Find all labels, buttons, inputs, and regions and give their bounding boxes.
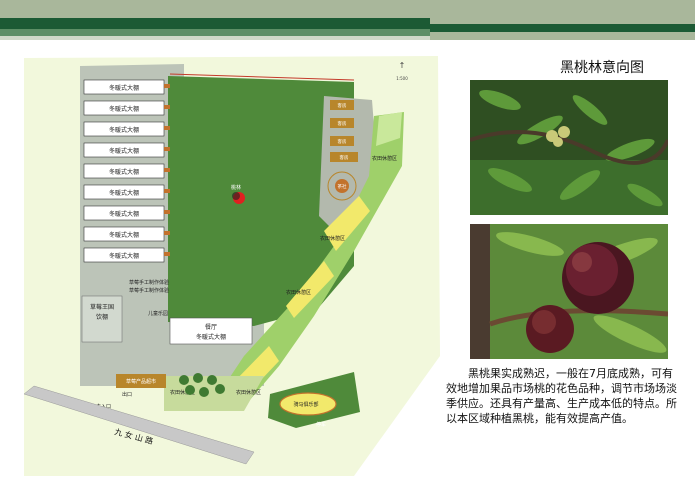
greenhouse-label: 冬暖式大棚: [109, 84, 139, 92]
page-title: 黑桃林意向图: [560, 60, 644, 76]
black-peach-label: 桃林: [231, 184, 241, 191]
tea-label: 茶社: [338, 183, 347, 190]
restaurant-greenhouse-label: 冬暖式大棚: [196, 333, 226, 341]
room-label-2: 客房: [338, 120, 347, 127]
scale-label: 1:500: [396, 76, 408, 81]
strawberry-castle-sub-label: 饮棚: [96, 313, 108, 321]
greenhouse-label: 冬暖式大棚: [109, 210, 139, 218]
farm-products-label: 草莓产品超市: [126, 378, 156, 385]
greenhouse-annex: [164, 147, 170, 151]
greenhouse-annex: [164, 210, 170, 214]
restaurant-label: 餐厅: [205, 323, 217, 331]
greenhouse-label: 冬暖式大棚: [109, 252, 139, 260]
entertainment-label: 儿童乐园: [148, 310, 168, 317]
greenhouse-annex: [164, 189, 170, 193]
greenhouse-annex: [164, 168, 170, 172]
site-plan: 冬暖式大棚冬暖式大棚冬暖式大棚冬暖式大棚冬暖式大棚冬暖式大棚冬暖式大棚冬暖式大棚…: [24, 56, 440, 476]
horse-club-label: 骑马俱乐部: [293, 401, 318, 408]
room-label-4: 客房: [340, 154, 349, 161]
greenhouse-label: 冬暖式大棚: [109, 105, 139, 113]
black-peach-photo-fruit: [470, 224, 668, 359]
greenhouse-label: 冬暖式大棚: [109, 231, 139, 239]
exit-label: 出口: [122, 391, 132, 398]
greenhouse-label: 冬暖式大棚: [109, 126, 139, 134]
header-band-top: [0, 0, 695, 18]
greenhouse-annex: [164, 105, 170, 109]
strawberry-workshop-2-label: 草莓手工制作体验: [129, 287, 169, 294]
leisure-area-4: 农田休憩区: [236, 389, 261, 396]
leisure-area-1: 农田休憩区: [372, 155, 397, 162]
greenhouse-label: 冬暖式大棚: [109, 189, 139, 197]
room-label-3: 客房: [338, 138, 347, 145]
leisure-area-2: 农田休憩区: [320, 235, 345, 242]
north-arrow-icon: ↑: [399, 61, 406, 70]
strawberry-castle-label: 草莓王国: [90, 303, 114, 311]
greenhouse-label: 冬暖式大棚: [109, 168, 139, 176]
greenhouse-annex: [164, 126, 170, 130]
parking-label: 停车: [316, 421, 326, 428]
header-band-notch-dark: [430, 24, 695, 32]
black-peach-photo-leaves: [470, 80, 668, 215]
description-text: 黑桃果实成熟迟，一般在7月底成熟，可有效地增加果品市场桃的花色品种，调节市场场淡…: [446, 367, 677, 425]
greenhouse-annex: [164, 231, 170, 235]
greenhouse-annex: [164, 84, 170, 88]
description: 黑桃果实成熟迟，一般在7月底成熟，可有效地增加果品市场桃的花色品种，调节市场场淡…: [446, 366, 682, 426]
greenhouse-group: 冬暖式大棚冬暖式大棚冬暖式大棚冬暖式大棚冬暖式大棚冬暖式大棚冬暖式大棚冬暖式大棚…: [83, 79, 170, 263]
room-label-1: 客房: [338, 102, 347, 109]
strawberry-workshop-label: 草莓手工制作体验: [129, 279, 169, 286]
greenhouse-annex: [164, 252, 170, 256]
greenhouse-label: 冬暖式大棚: [109, 147, 139, 155]
leisure-area-3: 农田休憩区: [286, 289, 311, 296]
